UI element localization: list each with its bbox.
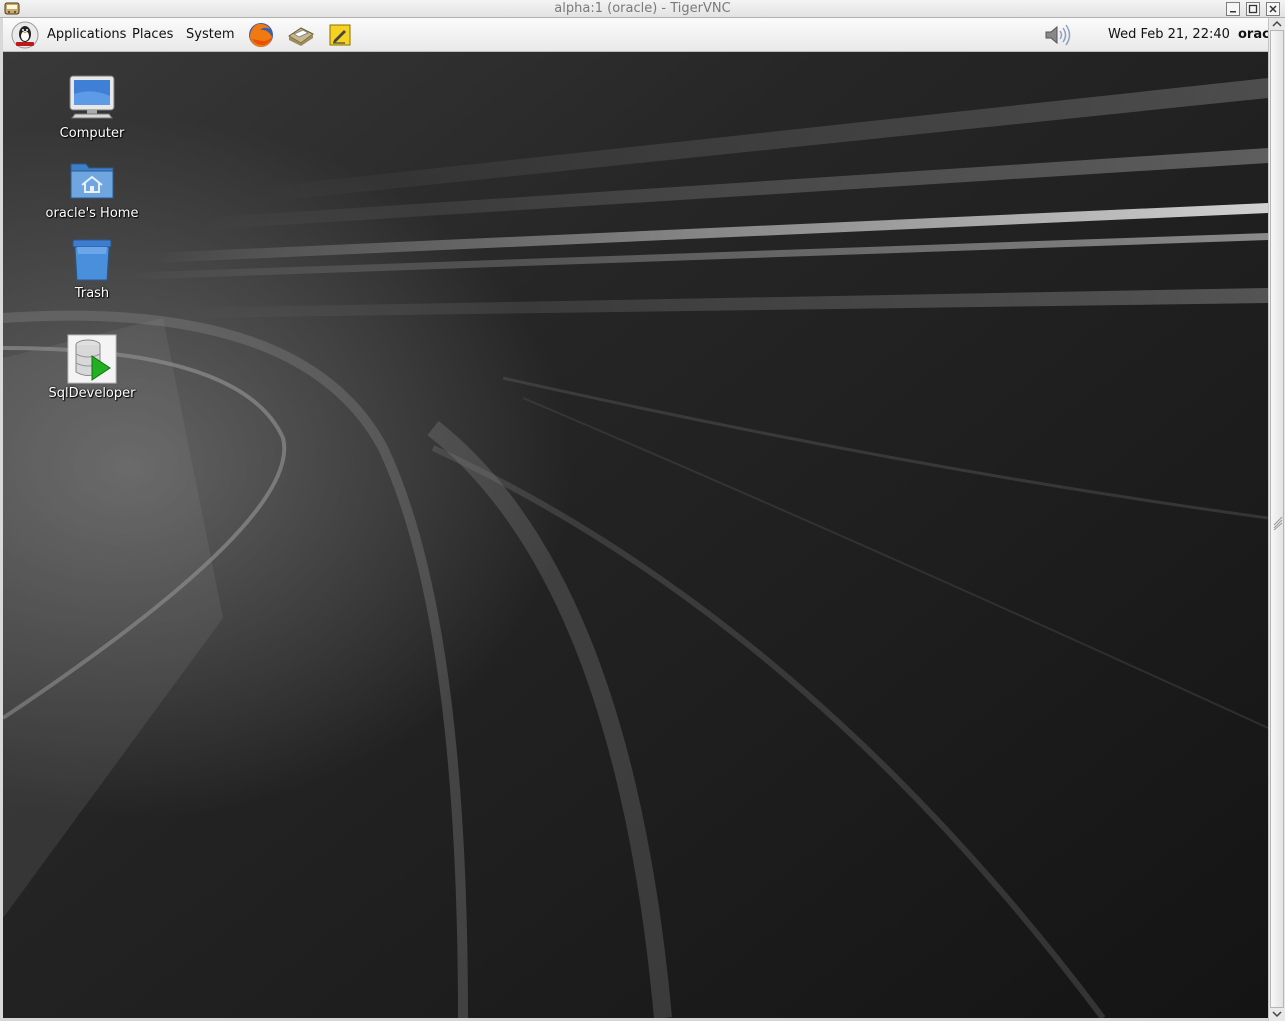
scroll-down-icon[interactable] (1271, 1009, 1283, 1019)
maximize-button[interactable] (1246, 2, 1260, 16)
user-menu[interactable]: oracle (1238, 27, 1268, 42)
desktop-icon-label: Trash (74, 286, 110, 301)
desktop-icon-trash[interactable]: Trash (37, 236, 147, 301)
speaker-icon[interactable] (1040, 23, 1076, 47)
grip-icon (1273, 516, 1283, 530)
oracle-linux-logo-icon[interactable] (11, 21, 39, 49)
minimize-button[interactable] (1226, 2, 1240, 16)
window-title: alpha:1 (oracle) - TigerVNC (554, 1, 731, 16)
maximize-icon (1248, 4, 1258, 14)
sqldeveloper-icon (67, 334, 117, 384)
desktop-icon-sqldeveloper[interactable]: SqlDeveloper (37, 334, 147, 401)
system-menu[interactable]: System (186, 27, 234, 42)
desktop-wallpaper (3, 18, 1268, 1018)
close-icon (1269, 5, 1277, 13)
close-button[interactable] (1266, 2, 1280, 16)
clock[interactable]: Wed Feb 21, 22:40 (1108, 27, 1230, 42)
trash-icon (72, 239, 112, 281)
remote-desktop[interactable]: Applications Places System Wed Feb 21, 2… (3, 18, 1268, 1018)
minimize-icon (1230, 11, 1236, 13)
scroll-thumb[interactable] (1270, 30, 1284, 1008)
desktop-icon-computer[interactable]: Computer (37, 74, 147, 141)
places-menu[interactable]: Places (132, 27, 173, 42)
top-panel: Applications Places System Wed Feb 21, 2… (3, 18, 1268, 52)
scroll-up-icon[interactable] (1271, 19, 1283, 29)
desktop-icon-label: SqlDeveloper (48, 386, 136, 401)
applications-menu[interactable]: Applications (47, 27, 126, 42)
vnc-title-bar[interactable]: alpha:1 (oracle) - TigerVNC (0, 0, 1285, 18)
desktop-icon-label: oracle's Home (45, 206, 139, 221)
desktop-icon-home[interactable]: oracle's Home (37, 156, 147, 221)
vertical-scrollbar[interactable] (1268, 18, 1285, 1021)
firefox-icon[interactable] (246, 21, 276, 49)
home-folder-icon (70, 163, 114, 199)
mail-icon[interactable] (286, 21, 316, 49)
computer-icon (69, 75, 115, 119)
notes-icon[interactable] (325, 21, 355, 49)
desktop-icon-label: Computer (59, 126, 125, 141)
